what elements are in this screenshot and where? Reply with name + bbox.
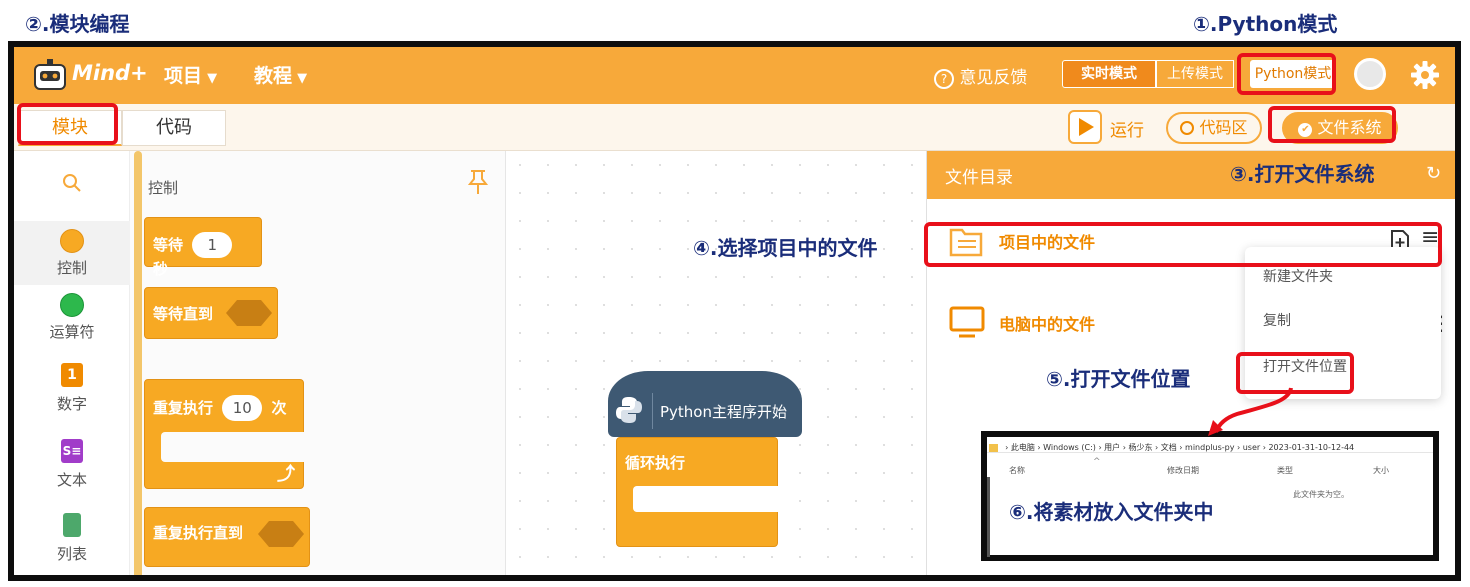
realtime-mode-button[interactable]: 实时模式 xyxy=(1062,60,1156,88)
repeat-count-input[interactable]: 10 xyxy=(222,395,263,421)
block-python-main-start[interactable]: Python主程序开始 xyxy=(608,371,802,437)
category-control[interactable]: 控制 xyxy=(14,221,130,285)
menu-project[interactable]: 项目 ▼ xyxy=(164,61,217,88)
caret-down-icon: ▼ xyxy=(207,71,218,86)
monitor-icon xyxy=(949,306,985,338)
block-palette: 控制 等待 1 秒 等待直到 重复执行 10 次 ⤴ 重复执行直到 xyxy=(130,151,506,575)
block-repeat-times[interactable]: 重复执行 10 次 ⤴ xyxy=(144,379,305,489)
text-s-icon: S≡ xyxy=(61,439,83,463)
annotation-python-mode: ①.Python模式 xyxy=(1193,12,1338,36)
refresh-icon[interactable]: ↻ xyxy=(1426,163,1441,184)
boolean-slot-icon[interactable] xyxy=(225,299,273,327)
loop-arrow-icon: ⤴ xyxy=(277,464,295,485)
annotation-open-file-location: ⑤.打开文件位置 xyxy=(1046,367,1191,391)
question-icon: ? xyxy=(934,69,954,89)
control-circle-icon xyxy=(60,229,84,253)
play-icon xyxy=(1079,118,1094,136)
block-forever-loop[interactable]: 循环执行 xyxy=(616,437,779,547)
sub-toolbar: 模块 代码 运行 代码区 ✔ 文件系统 xyxy=(14,104,1455,151)
number-one-icon: 1 xyxy=(61,363,83,387)
wait-seconds-input[interactable]: 1 xyxy=(192,232,233,258)
menu-item-new-folder[interactable]: 新建文件夹 xyxy=(1245,255,1441,299)
boolean-slot-icon[interactable] xyxy=(257,520,305,548)
robot-logo-icon xyxy=(34,59,66,90)
mindplus-logo: Mind+ xyxy=(32,55,172,95)
block-wait-until[interactable]: 等待直到 xyxy=(144,287,278,339)
search-button[interactable] xyxy=(14,173,130,213)
avatar[interactable] xyxy=(1354,58,1386,90)
menu-item-open-file-location[interactable]: 打开文件位置 xyxy=(1245,345,1441,389)
category-text[interactable]: S≡ 文本 xyxy=(14,439,130,499)
category-operators[interactable]: 运算符 xyxy=(14,293,130,353)
gear-icon[interactable] xyxy=(1410,60,1440,90)
code-area-button[interactable]: 代码区 xyxy=(1166,112,1262,144)
column-date[interactable]: 修改日期 xyxy=(1167,465,1199,476)
category-number[interactable]: 1 数字 xyxy=(14,363,130,423)
python-logo-icon xyxy=(614,395,644,425)
clipboard-icon xyxy=(63,513,81,537)
folder-icon xyxy=(989,444,998,452)
column-type[interactable]: 类型 xyxy=(1277,465,1293,476)
menu-item-copy[interactable]: 复制 xyxy=(1245,299,1441,343)
palette-title: 控制 xyxy=(148,179,179,197)
annotation-block-coding: ②.模块编程 xyxy=(25,12,130,36)
python-mode-button[interactable]: Python模式 xyxy=(1250,60,1336,88)
annotation-put-assets-in-folder: ⑥.将素材放入文件夹中 xyxy=(1009,500,1214,524)
check-circle-icon: ✔ xyxy=(1298,123,1313,137)
red-arrow-icon xyxy=(1208,387,1293,436)
palette-scrollbar[interactable] xyxy=(134,151,142,575)
column-size[interactable]: 大小 xyxy=(1373,465,1389,476)
file-system-button[interactable]: ✔ 文件系统 xyxy=(1282,112,1398,144)
tab-blocks[interactable]: 模块 xyxy=(18,110,122,146)
menu-tutorial[interactable]: 教程 ▼ xyxy=(254,61,307,88)
top-bar: Mind+ 项目 ▼ 教程 ▼ ? 意见反馈 实时模式 上传模式 Python模… xyxy=(14,47,1455,104)
column-name[interactable]: 名称 xyxy=(1009,465,1025,476)
feedback-button[interactable]: ? 意见反馈 xyxy=(934,63,1027,89)
sort-caret-icon: ^ xyxy=(1093,457,1101,467)
run-label: 运行 xyxy=(1110,121,1144,141)
search-icon xyxy=(63,174,81,192)
context-menu: 新建文件夹 复制 打开文件位置 xyxy=(1245,247,1441,399)
category-list[interactable]: 列表 xyxy=(14,513,130,573)
category-column: 控制 运算符 1 数字 S≡ 文本 列表 xyxy=(14,151,130,575)
annotation-select-project-files: ④.选择项目中的文件 xyxy=(693,236,878,260)
target-icon xyxy=(1180,121,1195,135)
tab-code[interactable]: 代码 xyxy=(122,110,226,146)
file-panel-header: 文件目录 ↻ xyxy=(927,151,1455,199)
run-button[interactable] xyxy=(1068,110,1102,144)
code-workspace: Python主程序开始 循环执行 xyxy=(506,151,926,575)
block-wait-seconds[interactable]: 等待 1 秒 xyxy=(144,217,262,278)
folder-list-icon xyxy=(949,228,983,257)
operators-circle-icon xyxy=(60,293,84,317)
annotation-open-file-system: ③.打开文件系统 xyxy=(1230,162,1375,186)
pin-icon[interactable] xyxy=(466,169,490,195)
caret-down-icon: ▼ xyxy=(297,71,308,86)
upload-mode-button[interactable]: 上传模式 xyxy=(1156,60,1234,88)
empty-folder-text: 此文件夹为空。 xyxy=(1293,490,1349,499)
block-repeat-until[interactable]: 重复执行直到 xyxy=(144,507,310,567)
